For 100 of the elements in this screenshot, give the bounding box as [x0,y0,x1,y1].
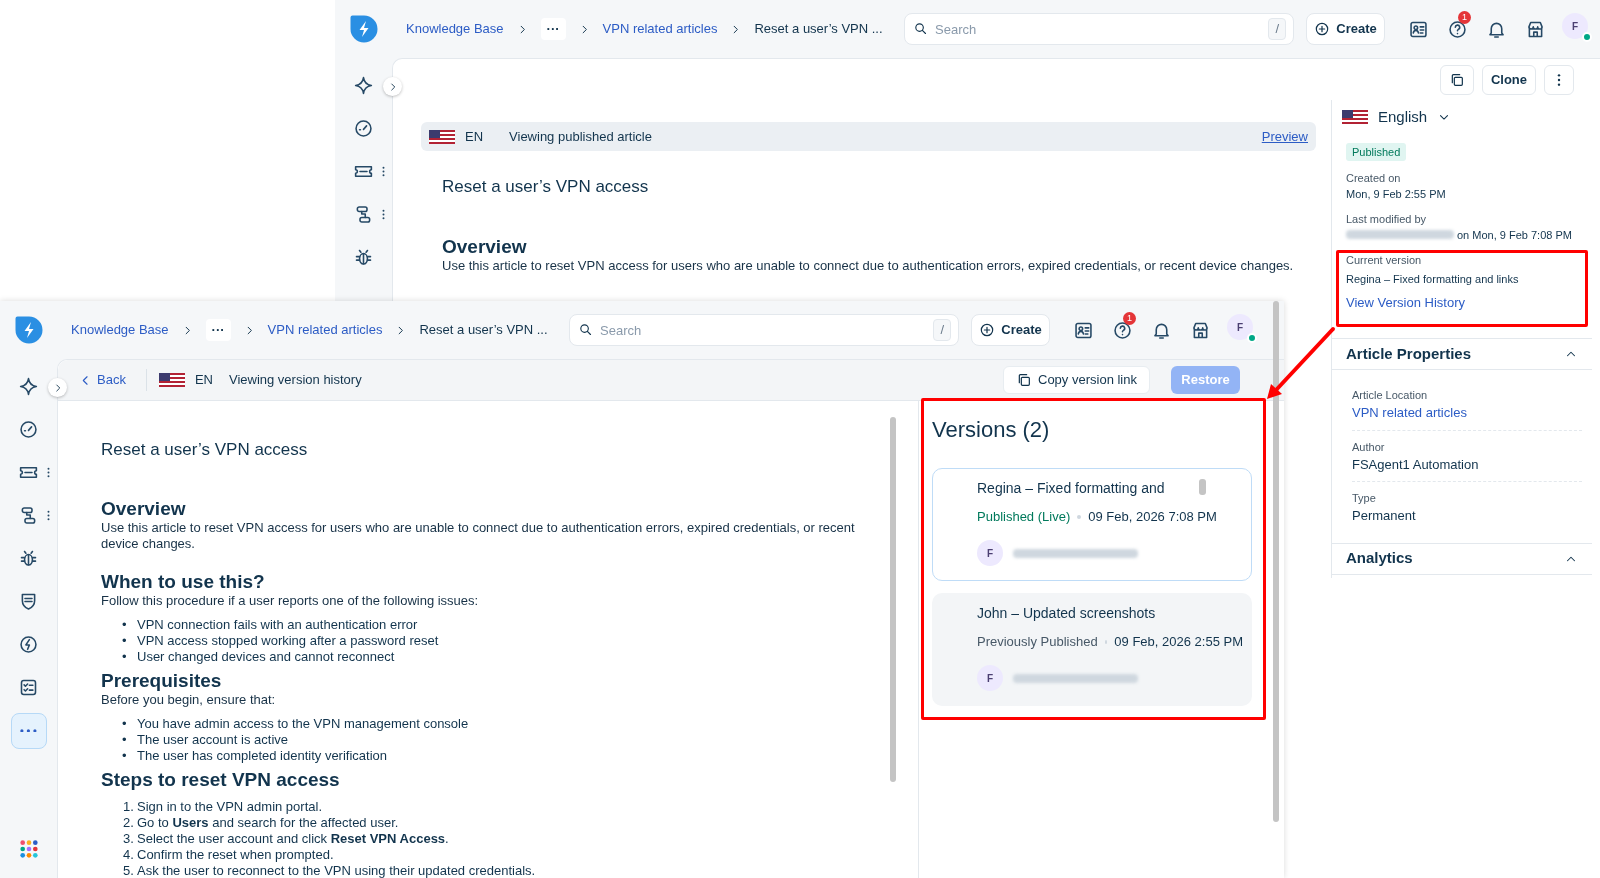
version-card[interactable]: John – Updated screenshots Previously Published 09 Feb, 2026 2:55 PM F [932,593,1252,706]
checklist-icon [18,677,39,698]
field-label: Article Location [1352,388,1429,403]
status-badge: Published [1346,143,1407,161]
version-history-link[interactable]: View Version History [1346,293,1465,312]
section-heading: Overview [442,236,528,258]
version-date: 09 Feb, 2026 7:08 PM [1088,508,1217,526]
paragraph: Use this article to reset VPN access for users who are unable to connect due to authentication errors, expired credentials, or recent device changes. [101,520,856,552]
language-dropdown[interactable]: English [1342,103,1452,131]
field-value: Regina – Fixed formatting and links [1345,271,1520,287]
article-title: Reset a user’s VPN access [442,177,650,197]
list-number: 2. [123,815,135,831]
create-button[interactable]: Create [1306,13,1385,45]
list-item: Select the user account and click Reset VPN Access. [137,831,449,847]
scrollbar-thumb[interactable] [1273,301,1279,822]
avatar: F [977,540,1003,566]
logo[interactable] [13,315,44,345]
field-label: Last modified by [1345,211,1428,227]
breadcrumb-current: Reset a user’s VPN ... [419,321,548,340]
search-icon [578,322,593,337]
bullet: • [122,748,128,764]
list-number: 4. [123,847,135,863]
create-button[interactable]: Create [971,314,1050,346]
breadcrumb-more-button[interactable]: ··· [205,319,231,341]
field-value: Mon, 9 Feb 2:55 PM [1345,186,1447,202]
copy-button[interactable] [1439,64,1474,95]
sparkle-icon [18,376,39,397]
apps-grid-icon[interactable] [19,840,38,858]
language-code: EN [465,127,484,146]
shortcut-key: / [1268,18,1286,40]
status-dot [1247,333,1257,343]
annotation-arrow [1267,327,1335,399]
bullet: • [122,732,128,748]
paragraph: Use this article to reset VPN access for users who are unable to connect due to authentication errors, expired credentials, or recent device changes. [442,258,1295,274]
breadcrumb-link[interactable]: Knowledge Base [71,320,169,340]
preview-link[interactable]: Preview [1261,126,1308,147]
sparkle-icon [353,75,374,96]
scrollbar-thumb[interactable] [1199,479,1206,495]
plus-icon [979,322,996,338]
field-label: Current version [1345,252,1423,268]
back-link[interactable]: Back [78,370,126,390]
list-number: 1. [123,799,135,815]
breadcrumb-link[interactable]: Knowledge Base [406,19,504,39]
breadcrumb-current: Reset a user’s VPN ... [754,20,883,39]
list-item: VPN connection fails with an authentication error [137,617,418,633]
gauge-icon [353,118,374,139]
paragraph: Before you begin, ensure that: [101,692,277,708]
field-label: Type [1352,491,1377,506]
article-title: Reset a user’s VPN access [101,440,309,460]
clone-button[interactable]: Clone [1481,64,1536,95]
bullet: • [122,649,128,665]
flag-icon [1342,110,1368,124]
version-card[interactable]: Regina – Fixed formatting and Published (Live) 09 Feb, 2026 7:08 PM F [932,468,1252,581]
breadcrumb-link[interactable]: VPN related articles [602,19,718,39]
list-item: You have admin access to the VPN management console [137,716,469,732]
section-heading: Overview [101,498,187,520]
help-icon [1447,18,1468,40]
separator-dot [1104,640,1108,644]
list-item: Ask the user to reconnect to the VPN using their updated credentials. [137,863,536,878]
list-item: Sign in to the VPN admin portal. [137,799,322,815]
list-number: 5. [123,863,135,878]
field-value: FSAgent1 Automation [1352,455,1479,474]
version-date: 09 Feb, 2026 2:55 PM [1114,633,1243,651]
banner-text: Viewing published article [509,127,652,146]
flag-icon [429,129,455,144]
location-link[interactable]: VPN related articles [1352,404,1467,422]
copy-link-button[interactable]: Copy version link [1003,366,1150,394]
bug-icon [18,548,39,569]
scrollbar-thumb[interactable] [890,417,896,782]
section-header[interactable]: Article Properties [1332,338,1592,370]
breadcrumb-link[interactable]: VPN related articles [267,320,383,340]
version-status: Published (Live) [977,508,1071,526]
field-value: on Mon, 9 Feb 7:08 PM [1457,227,1572,243]
breadcrumb-more-button[interactable]: ··· [540,18,566,40]
shortcut-key: / [933,319,951,341]
paragraph: Follow this procedure if a user reports one of the following issues: [101,593,480,609]
logo[interactable] [348,14,379,44]
list-number: 3. [123,831,135,847]
bullet: • [122,617,128,633]
list-item: Go to Users and search for the affected user. [137,815,399,831]
help-button[interactable]: 1 [1103,314,1142,346]
list-item: Confirm the reset when prompted. [137,847,334,863]
bullet: • [122,633,128,649]
bug-icon [353,247,374,268]
plus-icon [1314,21,1331,37]
field-label: Author [1352,439,1386,455]
section-title: Analytics [1346,548,1413,569]
list-item: The user has completed identity verification [137,748,387,764]
bullet: • [122,716,128,732]
section-header[interactable]: Analytics [1332,542,1592,575]
notification-badge: 1 [1123,312,1136,325]
language-code: EN [194,371,213,390]
help-icon [1112,319,1133,341]
help-button[interactable]: 1 [1438,13,1477,45]
field-label: Created on [1345,170,1402,186]
panel-title: Versions (2) [932,418,1051,442]
search-icon [913,21,928,36]
version-title: Regina – Fixed formatting and [977,479,1165,497]
list-item: VPN access stopped working after a password reset [137,633,439,649]
status-dot [1582,32,1592,42]
